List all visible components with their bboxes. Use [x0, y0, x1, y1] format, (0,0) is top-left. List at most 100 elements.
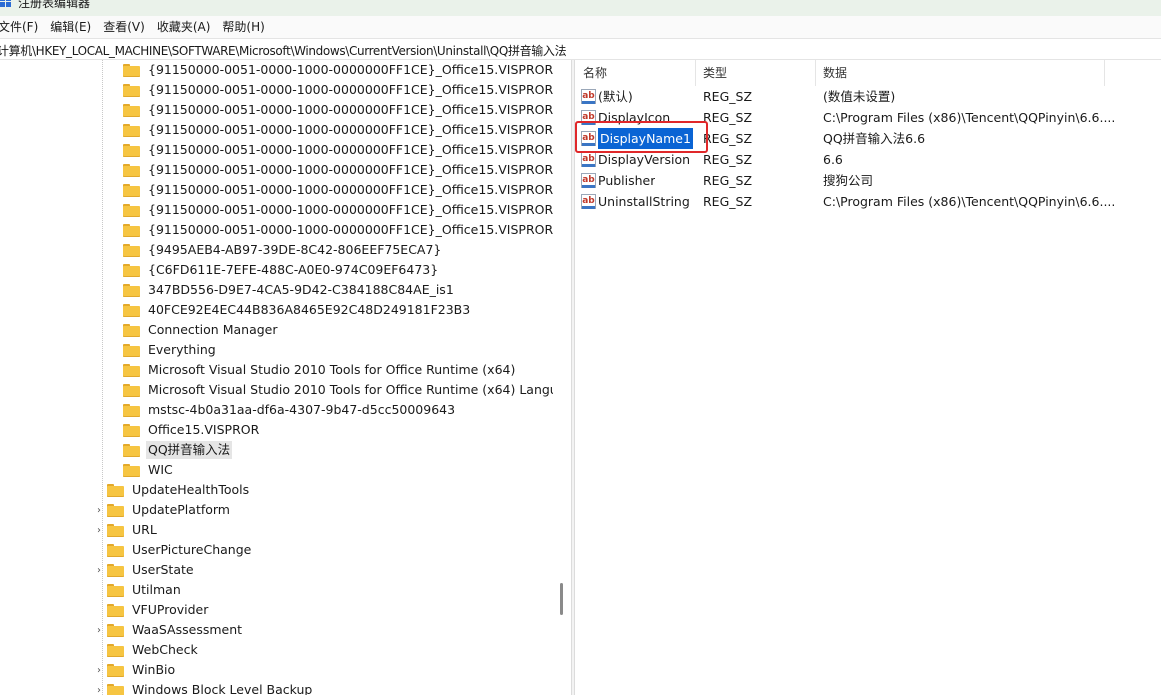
tree-item[interactable]: {91150000-0051-0000-1000-0000000FF1CE}_O…: [110, 80, 571, 100]
value-name: Publisher: [598, 173, 656, 188]
chevron-right-icon[interactable]: ›: [94, 680, 104, 695]
tree-item[interactable]: UserPictureChange: [94, 540, 253, 560]
tree-item[interactable]: 40FCE92E4EC44B836A8465E92C48D249181F23B3: [110, 300, 472, 320]
string-value-icon: ab: [581, 194, 596, 209]
tree-item[interactable]: WIC: [110, 460, 175, 480]
tree-item[interactable]: {91150000-0051-0000-1000-0000000FF1CE}_O…: [110, 180, 571, 200]
tree-item[interactable]: {9495AEB4-AB97-39DE-8C42-806EEF75ECA7}: [110, 240, 443, 260]
tree-item[interactable]: › Windows Block Level Backup: [94, 680, 314, 695]
tree-item-label: WebCheck: [132, 642, 198, 657]
tree-scroll-thumb[interactable]: [560, 583, 563, 615]
menu-help[interactable]: 帮助(H): [216, 17, 270, 37]
folder-icon: [123, 403, 140, 417]
tree-item-label: 40FCE92E4EC44B836A8465E92C48D249181F23B3: [148, 302, 471, 317]
tree-item[interactable]: Utilman: [94, 580, 183, 600]
folder-icon: [107, 683, 124, 695]
column-header-type[interactable]: 类型: [696, 60, 816, 86]
values-list[interactable]: 名称 类型 数据 ab (默认) REG_SZ (数值未设置) ab DisplayIco…: [576, 60, 1161, 695]
chevron-right-icon[interactable]: ›: [94, 560, 104, 580]
tree-item[interactable]: {91150000-0051-0000-1000-0000000FF1CE}_O…: [110, 140, 571, 160]
tree-item[interactable]: › WaaSAssessment: [94, 620, 244, 640]
folder-icon: [123, 363, 140, 377]
tree-item[interactable]: › UserState: [94, 560, 196, 580]
value-data: (数值未设置): [823, 89, 896, 104]
tree-item[interactable]: UpdateHealthTools: [94, 480, 251, 500]
tree-item-label: {91150000-0051-0000-1000-0000000FF1CE}_O…: [148, 162, 571, 177]
menu-view[interactable]: 查看(V): [97, 17, 151, 37]
tree-item-label: WinBio: [132, 662, 176, 677]
chevron-right-icon[interactable]: ›: [94, 500, 104, 520]
tree-item-label: Office15.VISPROR: [148, 422, 260, 437]
tree-item-label: {91150000-0051-0000-1000-0000000FF1CE}_O…: [148, 82, 571, 97]
tree-item[interactable]: › URL: [94, 520, 159, 540]
tree-item[interactable]: Microsoft Visual Studio 2010 Tools for O…: [110, 380, 571, 400]
tree-item[interactable]: WebCheck: [94, 640, 200, 660]
chevron-right-icon[interactable]: ›: [94, 660, 104, 680]
value-type: REG_SZ: [703, 173, 753, 188]
tree-scrollbar[interactable]: [553, 60, 571, 695]
tree-item[interactable]: mstsc-4b0a31aa-df6a-4307-9b47-d5cc500096…: [110, 400, 457, 420]
tree-item[interactable]: {91150000-0051-0000-1000-0000000FF1CE}_O…: [110, 100, 571, 120]
tree-item[interactable]: VFUProvider: [94, 600, 210, 620]
menu-file[interactable]: 文件(F): [0, 17, 44, 37]
tree-item[interactable]: {91150000-0051-0000-1000-0000000FF1CE}_O…: [110, 120, 571, 140]
tree-item-label: {9495AEB4-AB97-39DE-8C42-806EEF75ECA7}: [148, 242, 442, 257]
tree-item-label: {91150000-0051-0000-1000-0000000FF1CE}_O…: [148, 142, 571, 157]
chevron-right-icon[interactable]: ›: [94, 520, 104, 540]
tree-item[interactable]: {91150000-0051-0000-1000-0000000FF1CE}_O…: [110, 60, 571, 80]
menu-favorites[interactable]: 收藏夹(A): [151, 17, 217, 37]
pane-splitter[interactable]: [571, 60, 575, 695]
tree-item[interactable]: Connection Manager: [110, 320, 280, 340]
folder-icon: [123, 183, 140, 197]
menu-edit[interactable]: 编辑(E): [44, 17, 97, 37]
chevron-right-icon[interactable]: ›: [94, 620, 104, 640]
tree-item[interactable]: 347BD556-D9E7-4CA5-9D42-C384188C84AE_is1: [110, 280, 456, 300]
tree-item[interactable]: {91150000-0051-0000-1000-0000000FF1CE}_O…: [110, 160, 571, 180]
tree-item[interactable]: {91150000-0051-0000-1000-0000000FF1CE}_O…: [110, 220, 571, 240]
value-data: 6.6: [823, 152, 843, 167]
folder-icon: [123, 83, 140, 97]
tree-item[interactable]: {91150000-0051-0000-1000-0000000FF1CE}_O…: [110, 200, 571, 220]
value-row[interactable]: ab UninstallString REG_SZ C:\Program Files …: [576, 191, 1161, 212]
tree-item-label: Microsoft Visual Studio 2010 Tools for O…: [148, 382, 571, 397]
tree-item-label: Utilman: [132, 582, 181, 597]
tree-item-label: Windows Block Level Backup: [132, 682, 313, 695]
tree-item[interactable]: {C6FD611E-7EFE-488C-A0E0-974C09EF6473}: [110, 260, 440, 280]
folder-icon: [123, 203, 140, 217]
value-row[interactable]: ab (默认) REG_SZ (数值未设置): [576, 86, 1161, 107]
value-data: 搜狗公司: [823, 173, 874, 188]
tree-item-label: 347BD556-D9E7-4CA5-9D42-C384188C84AE_is1: [148, 282, 454, 297]
folder-icon: [107, 623, 124, 637]
column-header-data[interactable]: 数据: [816, 60, 1105, 86]
folder-icon: [123, 63, 140, 77]
folder-icon: [123, 123, 140, 137]
value-data: C:\Program Files (x86)\Tencent\QQPinyin\…: [823, 194, 1116, 209]
tree-item[interactable]: Microsoft Visual Studio 2010 Tools for O…: [110, 360, 517, 380]
tree-item-label: Microsoft Visual Studio 2010 Tools for O…: [148, 362, 516, 377]
tree-item-label: WIC: [148, 462, 173, 477]
tree-item[interactable]: Everything: [110, 340, 218, 360]
column-header-name[interactable]: 名称: [576, 60, 696, 86]
key-tree[interactable]: {91150000-0051-0000-1000-0000000FF1CE}_O…: [0, 60, 571, 695]
tree-item[interactable]: QQ拼音输入法: [110, 440, 233, 460]
tree-item-label: {91150000-0051-0000-1000-0000000FF1CE}_O…: [148, 62, 571, 77]
tree-item[interactable]: › UpdatePlatform: [94, 500, 232, 520]
address-bar[interactable]: 计算机\HKEY_LOCAL_MACHINE\SOFTWARE\Microsof…: [0, 38, 1161, 60]
tree-item-label: Connection Manager: [148, 322, 278, 337]
value-row[interactable]: ab Publisher REG_SZ 搜狗公司: [576, 170, 1161, 191]
tree-item[interactable]: Office15.VISPROR: [110, 420, 261, 440]
tree-item-label: {91150000-0051-0000-1000-0000000FF1CE}_O…: [148, 222, 571, 237]
address-path[interactable]: 计算机\HKEY_LOCAL_MACHINE\SOFTWARE\Microsof…: [0, 42, 567, 59]
folder-icon: [107, 663, 124, 677]
tree-item-label: {C6FD611E-7EFE-488C-A0E0-974C09EF6473}: [148, 262, 439, 277]
tree-item[interactable]: › WinBio: [94, 660, 177, 680]
title-bar: 注册表编辑器: [0, 0, 1161, 16]
